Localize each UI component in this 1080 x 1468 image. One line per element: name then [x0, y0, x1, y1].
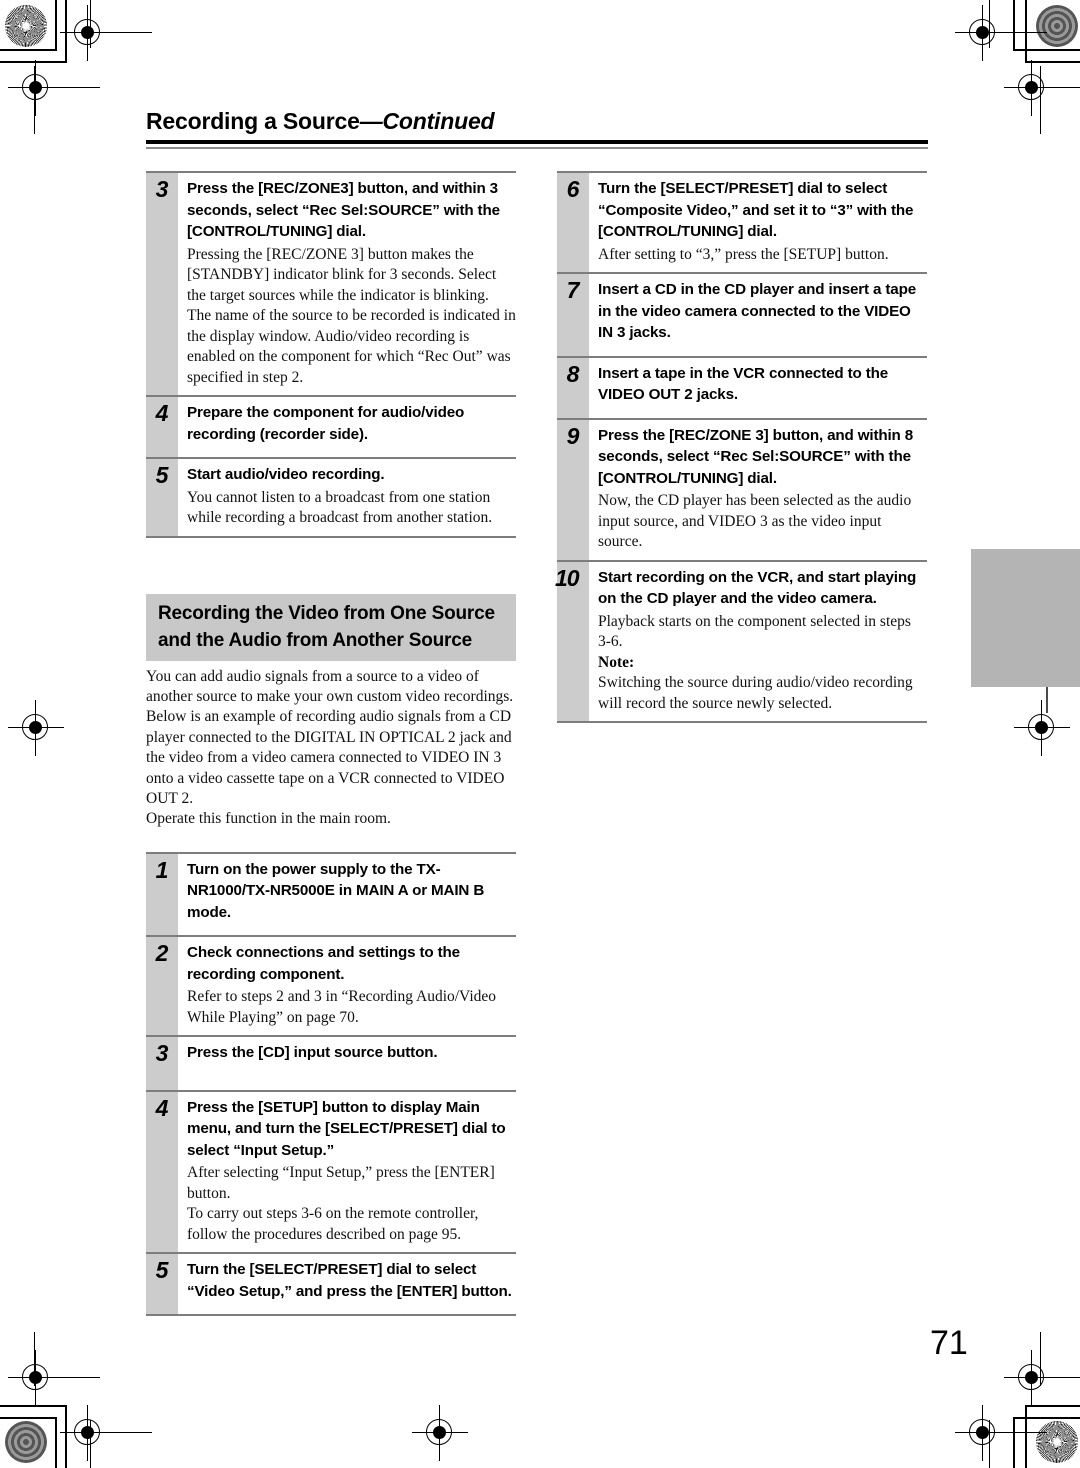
chapter-thumb-tab: [971, 549, 1080, 687]
note-body: Switching the source during audio/video …: [598, 674, 913, 712]
step-title: Press the [REC/ZONE 3] button, and withi…: [598, 426, 914, 487]
step-item: 6 Turn the [SELECT/PRESET] dial to selec…: [557, 171, 927, 272]
step-title: Press the [REC/ZONE3] button, and within…: [187, 180, 500, 240]
step-body-paragraph: You cannot listen to a broadcast from on…: [187, 488, 493, 527]
step-item: 8 Insert a tape in the VCR connected to …: [557, 355, 927, 418]
step-number: 6: [566, 176, 580, 202]
step-body-paragraph-2: To carry out steps 3-6 on the remote con…: [187, 1205, 479, 1243]
step-number: 5: [155, 462, 169, 488]
step-number: 3: [155, 1040, 169, 1067]
page-header: Recording a Source—Continued: [146, 108, 928, 135]
steps-group-end-rule: [146, 1314, 516, 1317]
step-spacer: [187, 1304, 516, 1314]
step-item: 3 Press the [REC/ZONE3] button, and with…: [146, 171, 516, 395]
step-number: 7: [566, 277, 580, 303]
step-item: 7 Insert a CD in the CD player and inser…: [557, 272, 927, 356]
header-rule-thick: [146, 140, 928, 144]
step-item: 10 Start recording on the VCR, and start…: [555, 559, 927, 722]
left-column: 3 Press the [REC/ZONE3] button, and with…: [146, 171, 516, 1317]
step-body-paragraph: Refer to steps 2 and 3 in “Recording Aud…: [187, 988, 497, 1026]
note-label: Note:: [598, 653, 635, 671]
step-title: Start audio/video recording.: [187, 466, 385, 483]
step-item: 2 Check connections and settings to the …: [146, 935, 516, 1036]
manual-page: Recording a Source—Continued 3 Press the…: [0, 0, 1080, 1468]
section-paragraph-2: Operate this function in the main room.: [146, 810, 391, 828]
page-title-continued: —Continued: [359, 108, 495, 134]
step-item: 5 Start audio/video recording. You canno…: [146, 457, 516, 536]
step-body: After selecting “Input Setup,” press the…: [187, 1163, 516, 1252]
step-title: Turn on the power supply to the TX-NR100…: [187, 860, 485, 921]
section-heading: Recording the Video from One Source and …: [146, 593, 516, 661]
step-number: 4: [155, 400, 169, 426]
step-item: 3 Press the [CD] input source button.: [146, 1035, 516, 1090]
header-rule-thin: [146, 147, 928, 149]
steps-group-end-rule: [557, 721, 927, 723]
step-title: Turn the [SELECT/PRESET] dial to select …: [598, 180, 914, 240]
step-item: 4 Press the [SETUP] button to display Ma…: [146, 1089, 516, 1253]
step-body-paragraph: Pressing the [REC/ZONE 3] button makes t…: [187, 245, 516, 386]
step-body: You cannot listen to a broadcast from on…: [187, 488, 516, 536]
step-title: Insert a CD in the CD player and insert …: [598, 281, 917, 341]
section-intro-text: You can add audio signals from a source …: [146, 661, 516, 830]
step-item: 4 Prepare the component for audio/video …: [146, 395, 516, 457]
step-body: Refer to steps 2 and 3 in “Recording Aud…: [187, 987, 516, 1035]
step-title: Insert a tape in the VCR connected to th…: [598, 364, 889, 404]
step-title: Press the [CD] input source button.: [187, 1044, 438, 1062]
step-number: 5: [155, 1257, 169, 1284]
step-number: 2: [155, 940, 169, 967]
step-body-paragraph: Now, the CD player has been selected as …: [598, 492, 912, 550]
step-title: Check connections and settings to the re…: [187, 944, 460, 983]
step-title: Press the [SETUP] button to display Main…: [187, 1098, 506, 1159]
page-title-main: Recording a Source: [146, 108, 360, 134]
step-body-paragraph: Playback starts on the component selecte…: [598, 612, 911, 651]
step-number: 8: [566, 360, 580, 387]
step-spacer: [187, 1066, 516, 1090]
chapter-thumb-tab-line: [1046, 687, 1048, 713]
step-body: Pressing the [REC/ZONE 3] button makes t…: [187, 245, 516, 396]
step-item: 9 Press the [REC/ZONE 3] button, and wit…: [557, 417, 927, 560]
step-spacer: [598, 346, 927, 356]
page-number: 71: [930, 1324, 968, 1362]
step-number: 9: [566, 422, 580, 449]
step-number: 4: [155, 1094, 169, 1121]
step-number: 1: [155, 856, 169, 883]
page-title: Recording a Source—Continued: [146, 108, 928, 135]
step-spacer: [187, 925, 516, 935]
step-body-paragraph: After setting to “3,” press the [SETUP] …: [598, 245, 889, 263]
step-number: 3: [155, 176, 169, 202]
step-title: Start recording on the VCR, and start pl…: [598, 568, 917, 608]
step-number: 10: [555, 564, 580, 591]
steps-group-b: 1 Turn on the power supply to the TX-NR1…: [146, 851, 516, 1317]
step-spacer: [187, 447, 516, 457]
step-title: Turn the [SELECT/PRESET] dial to select …: [187, 1261, 512, 1300]
right-column: 6 Turn the [SELECT/PRESET] dial to selec…: [555, 171, 927, 723]
step-body: Now, the CD player has been selected as …: [598, 491, 927, 560]
step-body: After setting to “3,” press the [SETUP] …: [598, 245, 927, 273]
step-item: 1 Turn on the power supply to the TX-NR1…: [146, 851, 516, 936]
step-body: Playback starts on the component selecte…: [598, 612, 927, 722]
step-body-paragraph-1: After selecting “Input Setup,” press the…: [187, 1164, 495, 1202]
steps-group-end-rule: [146, 535, 516, 538]
step-title: Prepare the component for audio/video re…: [187, 404, 465, 443]
step-spacer: [598, 408, 927, 418]
step-item: 5 Turn the [SELECT/PRESET] dial to selec…: [146, 1252, 516, 1315]
section-paragraph-1: You can add audio signals from a source …: [146, 667, 514, 807]
